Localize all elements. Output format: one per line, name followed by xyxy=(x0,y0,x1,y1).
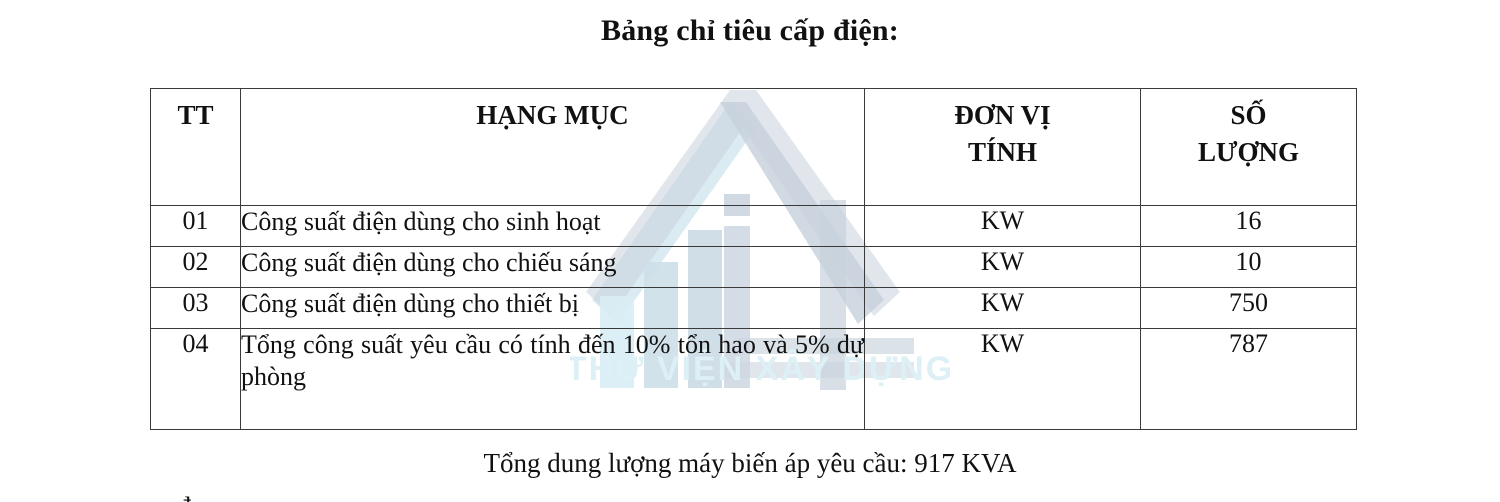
column-header-qty-line1: SỐ xyxy=(1230,100,1267,130)
cell-unit: KW xyxy=(864,246,1141,288)
cell-tt: 01 xyxy=(150,205,241,247)
cell-unit: KW xyxy=(864,205,1141,247)
cell-tt: 02 xyxy=(150,246,241,288)
cut-off-text-line: đ xyxy=(178,492,638,502)
cell-qty: 787 xyxy=(1140,328,1357,430)
column-header-unit-line2: TÍNH xyxy=(967,137,1038,168)
column-header-qty-line2: LƯỢNG xyxy=(1198,137,1299,168)
electricity-spec-table: TT HẠNG MỤC ĐƠN VỊ TÍNH SỐ LƯỢNG 01 Công… xyxy=(150,88,1357,430)
table-row: 02 Công suất điện dùng cho chiếu sáng KW… xyxy=(150,246,1357,288)
table-header: TT HẠNG MỤC ĐƠN VỊ TÍNH SỐ LƯỢNG xyxy=(150,88,1357,206)
cell-unit: KW xyxy=(864,287,1141,329)
cell-qty: 16 xyxy=(1140,205,1357,247)
table-row: 03 Công suất điện dùng cho thiết bị KW 7… xyxy=(150,287,1357,329)
column-header-item: HẠNG MỤC xyxy=(240,88,865,206)
spec-table-container: TT HẠNG MỤC ĐƠN VỊ TÍNH SỐ LƯỢNG 01 Công… xyxy=(150,88,1357,430)
cell-qty: 750 xyxy=(1140,287,1357,329)
cell-qty: 10 xyxy=(1140,246,1357,288)
cell-item: Công suất điện dùng cho chiếu sáng xyxy=(240,246,865,288)
table-row: 04 Tổng công suất yêu cầu có tính đến 10… xyxy=(150,328,1357,430)
document-page: THƯ VIỆN XÂY DỰNG Bảng chỉ tiêu cấp điện… xyxy=(0,0,1500,502)
cell-tt: 03 xyxy=(150,287,241,329)
cell-item: Công suất điện dùng cho thiết bị xyxy=(240,287,865,329)
cell-item: Công suất điện dùng cho sinh hoạt xyxy=(240,205,865,247)
cell-unit: KW xyxy=(864,328,1141,430)
table-header-row: TT HẠNG MỤC ĐƠN VỊ TÍNH SỐ LƯỢNG xyxy=(150,88,1357,206)
page-title: Bảng chỉ tiêu cấp điện: xyxy=(601,14,899,47)
total-capacity-note: Tổng dung lượng máy biến áp yêu cầu: 917… xyxy=(483,448,1017,478)
cell-tt: 04 xyxy=(150,328,241,430)
column-header-unit: ĐƠN VỊ TÍNH xyxy=(864,88,1141,206)
column-header-tt: TT xyxy=(150,88,241,206)
column-header-unit-line1: ĐƠN VỊ xyxy=(954,100,1051,130)
cell-item: Tổng công suất yêu cầu có tính đến 10% t… xyxy=(240,328,865,430)
column-header-qty: SỐ LƯỢNG xyxy=(1140,88,1357,206)
table-row: 01 Công suất điện dùng cho sinh hoạt KW … xyxy=(150,205,1357,247)
table-body: 01 Công suất điện dùng cho sinh hoạt KW … xyxy=(150,205,1357,430)
